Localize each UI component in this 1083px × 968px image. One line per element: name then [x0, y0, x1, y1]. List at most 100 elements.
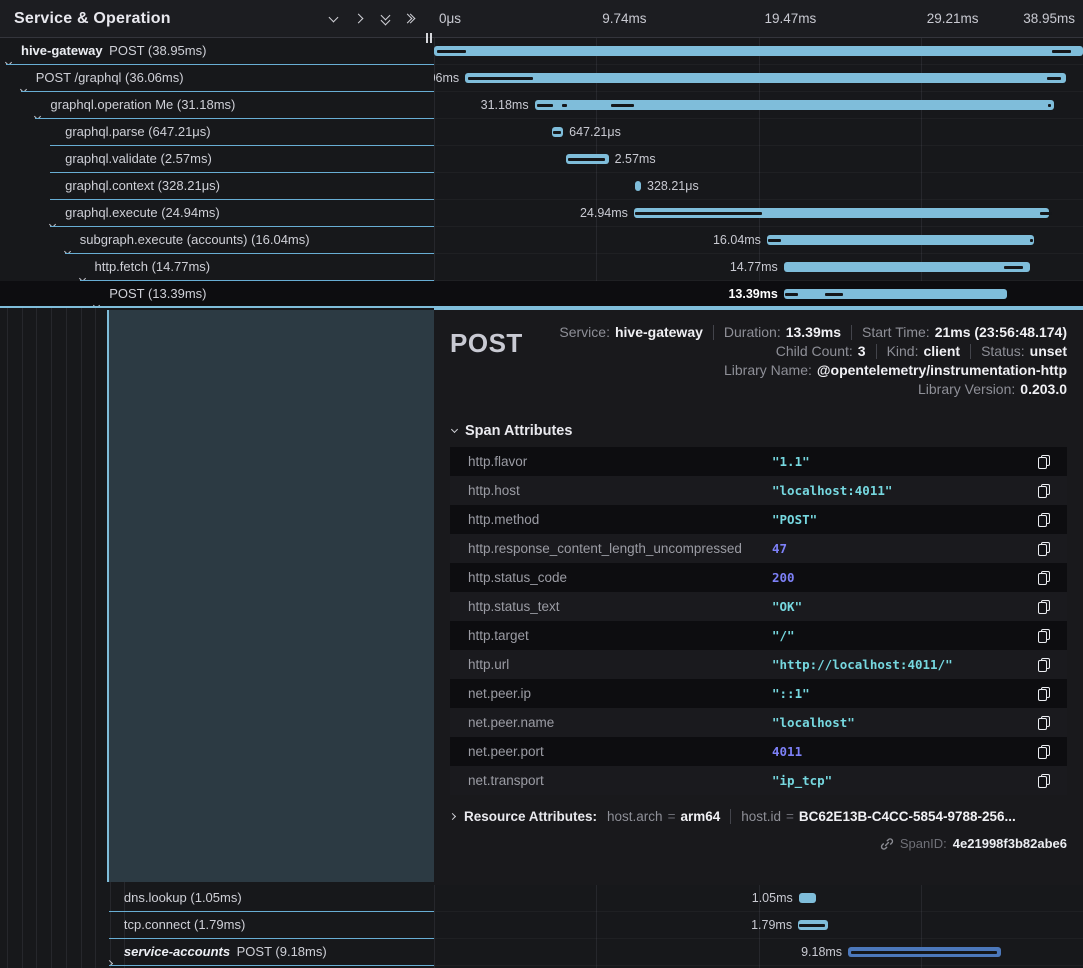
copy-button[interactable]: [1035, 685, 1053, 703]
span-name-cell[interactable]: graphql.operation Me (31.18ms): [0, 92, 434, 119]
attribute-row: http.status_text"OK": [450, 592, 1067, 621]
service-name: service-accounts: [124, 944, 230, 959]
span-name-cell[interactable]: graphql.context (328.21μs): [0, 173, 434, 200]
span-timeline-cell[interactable]: 24.94ms: [434, 200, 1083, 227]
expand-toggle[interactable]: [109, 949, 112, 966]
span-rows-top: hive-gateway POST (38.95ms)POST /graphql…: [0, 38, 1083, 308]
span-row[interactable]: graphql.parse (647.21μs)647.21μs: [0, 119, 1083, 146]
meta-value: @opentelemetry/instrumentation-http: [817, 362, 1067, 378]
span-bar[interactable]: [784, 289, 1007, 299]
column-resizer-handle[interactable]: [426, 33, 432, 43]
span-bar[interactable]: [799, 893, 817, 903]
chevron-down-icon: [451, 426, 458, 433]
span-name-cell[interactable]: subgraph.execute (accounts) (16.04ms): [0, 227, 434, 254]
copy-button[interactable]: [1035, 569, 1053, 587]
span-name-cell[interactable]: POST /graphql (36.06ms): [0, 65, 434, 92]
copy-button[interactable]: [1035, 540, 1053, 558]
span-row[interactable]: hive-gateway POST (38.95ms): [0, 38, 1083, 65]
copy-button[interactable]: [1035, 482, 1053, 500]
attribute-key: http.host: [468, 483, 772, 498]
copy-button[interactable]: [1035, 598, 1053, 616]
child-span-tick: [1040, 212, 1052, 215]
collapse-toggle[interactable]: [35, 102, 40, 119]
span-row[interactable]: dns.lookup (1.05ms)1.05ms: [0, 885, 1083, 912]
span-name-cell[interactable]: tcp.connect (1.79ms): [0, 912, 434, 939]
span-bar[interactable]: [434, 46, 1083, 56]
copy-icon: [1038, 745, 1050, 759]
meta-divider: [970, 344, 971, 359]
resource-attributes-row[interactable]: Resource Attributes: host.arch=arm64host…: [452, 809, 1067, 824]
span-name-cell[interactable]: dns.lookup (1.05ms): [0, 885, 434, 912]
copy-icon: [1038, 513, 1050, 527]
copy-button[interactable]: [1035, 772, 1053, 790]
span-row[interactable]: subgraph.execute (accounts) (16.04ms)16.…: [0, 227, 1083, 254]
child-span-tick: [1004, 266, 1022, 269]
collapse-toggle[interactable]: [94, 291, 99, 308]
span-timeline-cell[interactable]: 14.77ms: [434, 254, 1083, 281]
span-timeline-cell[interactable]: 31.18ms: [434, 92, 1083, 119]
span-timeline-cell[interactable]: 1.05ms: [434, 885, 1083, 912]
meta-value: unset: [1030, 343, 1067, 359]
span-row[interactable]: POST (13.39ms)13.39ms: [0, 281, 1083, 308]
span-timeline-cell[interactable]: 328.21μs: [434, 173, 1083, 200]
span-timeline-cell[interactable]: 2.57ms: [434, 146, 1083, 173]
span-name-cell[interactable]: http.fetch (14.77ms): [0, 254, 434, 281]
span-id-row: SpanID: 4e21998f3b82abe6: [450, 836, 1067, 851]
resource-key: host.arch: [607, 809, 663, 824]
span-row[interactable]: service-accounts POST (9.18ms) 9.18ms: [0, 939, 1083, 966]
span-bar[interactable]: [635, 181, 641, 191]
double-chevron-down-icon[interactable]: [372, 6, 398, 32]
copy-icon: [1038, 716, 1050, 730]
collapse-toggle[interactable]: [21, 75, 26, 92]
attribute-row: http.flavor"1.1": [450, 447, 1067, 476]
span-name-cell[interactable]: graphql.execute (24.94ms): [0, 200, 434, 227]
chevron-right-icon[interactable]: [346, 6, 372, 32]
span-row[interactable]: graphql.validate (2.57ms) 2.57ms: [0, 146, 1083, 173]
collapse-toggle[interactable]: [50, 210, 55, 227]
span-bar[interactable]: [465, 73, 1066, 83]
span-bar[interactable]: [784, 262, 1030, 272]
span-timeline-cell[interactable]: [434, 38, 1083, 65]
span-timeline-cell[interactable]: 1.79ms: [434, 912, 1083, 939]
span-row[interactable]: tcp.connect (1.79ms) 1.79ms: [0, 912, 1083, 939]
span-bar[interactable]: [767, 235, 1034, 245]
span-row[interactable]: http.fetch (14.77ms)14.77ms: [0, 254, 1083, 281]
span-timeline-cell[interactable]: 13.39ms: [434, 281, 1083, 308]
double-chevron-right-icon[interactable]: [398, 6, 424, 32]
attribute-value: 200: [772, 570, 1035, 585]
span-row[interactable]: graphql.context (328.21μs)328.21μs: [0, 173, 1083, 200]
span-timeline-cell[interactable]: 647.21μs: [434, 119, 1083, 146]
copy-button[interactable]: [1035, 714, 1053, 732]
copy-button[interactable]: [1035, 627, 1053, 645]
span-timeline-cell[interactable]: 16.04ms: [434, 227, 1083, 254]
chevron-down-icon[interactable]: [320, 6, 346, 32]
span-timeline-cell[interactable]: 9.18ms: [434, 939, 1083, 966]
child-span-tick: [1030, 239, 1033, 242]
attribute-row: net.transport"ip_tcp": [450, 766, 1067, 795]
copy-button[interactable]: [1035, 743, 1053, 761]
collapse-toggle[interactable]: [6, 48, 11, 65]
service-operation-title: Service & Operation: [14, 10, 320, 28]
span-name-cell[interactable]: graphql.parse (647.21μs): [0, 119, 434, 146]
span-name-cell[interactable]: POST (13.39ms): [0, 281, 434, 308]
attribute-value: "localhost:4011": [772, 483, 1035, 498]
span-timeline-cell[interactable]: 36.06ms: [434, 65, 1083, 92]
copy-button[interactable]: [1035, 511, 1053, 529]
copy-button[interactable]: [1035, 453, 1053, 471]
span-row[interactable]: graphql.execute (24.94ms)24.94ms: [0, 200, 1083, 227]
collapse-toggle[interactable]: [80, 264, 85, 281]
span-row[interactable]: graphql.operation Me (31.18ms)31.18ms: [0, 92, 1083, 119]
copy-button[interactable]: [1035, 656, 1053, 674]
copy-icon: [1038, 687, 1050, 701]
trace-viewer: Service & Operation 0μs 9.74ms 19.47ms 2…: [0, 0, 1083, 968]
span-row[interactable]: POST /graphql (36.06ms)36.06ms: [0, 65, 1083, 92]
span-duration-label: 9.18ms: [801, 939, 842, 966]
equals-sign: =: [668, 809, 676, 824]
span-duration-label: 1.79ms: [751, 912, 792, 939]
span-name-cell[interactable]: service-accounts POST (9.18ms): [0, 939, 434, 966]
collapse-toggle[interactable]: [65, 237, 70, 254]
span-attributes-header[interactable]: Span Attributes: [452, 423, 1067, 439]
operation-name: graphql.validate (2.57ms): [65, 151, 212, 166]
span-name-cell[interactable]: graphql.validate (2.57ms): [0, 146, 434, 173]
span-name-cell[interactable]: hive-gateway POST (38.95ms): [0, 38, 434, 65]
